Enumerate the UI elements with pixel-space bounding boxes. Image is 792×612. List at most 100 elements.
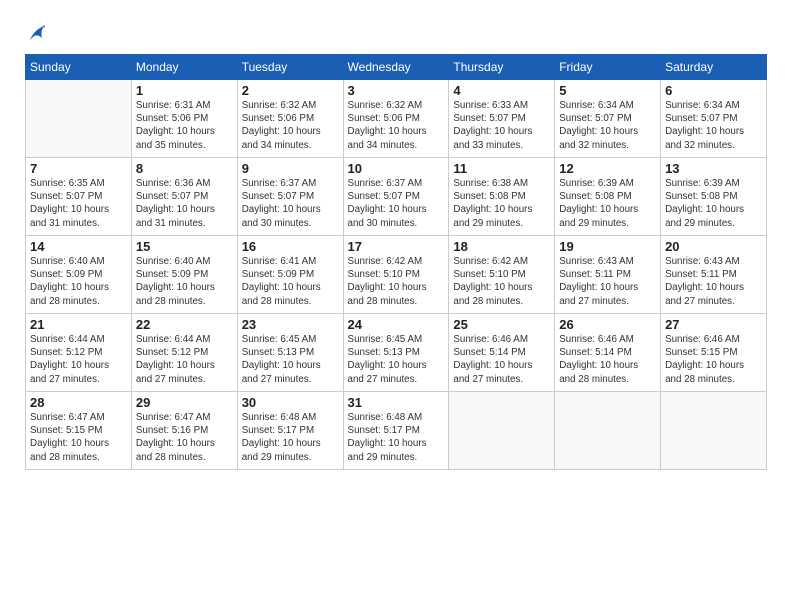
day-number: 9 [242,161,339,176]
weekday-header-wednesday: Wednesday [343,55,449,80]
day-number: 2 [242,83,339,98]
calendar-cell [449,392,555,470]
day-detail: Sunrise: 6:34 AM Sunset: 5:07 PM Dayligh… [665,99,762,152]
calendar-cell: 10Sunrise: 6:37 AM Sunset: 5:07 PM Dayli… [343,158,449,236]
day-number: 17 [348,239,445,254]
day-detail: Sunrise: 6:39 AM Sunset: 5:08 PM Dayligh… [665,177,762,230]
day-number: 21 [30,317,127,332]
calendar-cell: 31Sunrise: 6:48 AM Sunset: 5:17 PM Dayli… [343,392,449,470]
calendar-cell: 5Sunrise: 6:34 AM Sunset: 5:07 PM Daylig… [555,80,661,158]
calendar-week-row: 21Sunrise: 6:44 AM Sunset: 5:12 PM Dayli… [26,314,767,392]
calendar-cell: 9Sunrise: 6:37 AM Sunset: 5:07 PM Daylig… [237,158,343,236]
day-detail: Sunrise: 6:34 AM Sunset: 5:07 PM Dayligh… [559,99,656,152]
day-detail: Sunrise: 6:39 AM Sunset: 5:08 PM Dayligh… [559,177,656,230]
weekday-header-thursday: Thursday [449,55,555,80]
calendar-cell: 15Sunrise: 6:40 AM Sunset: 5:09 PM Dayli… [131,236,237,314]
calendar-cell: 25Sunrise: 6:46 AM Sunset: 5:14 PM Dayli… [449,314,555,392]
day-detail: Sunrise: 6:33 AM Sunset: 5:07 PM Dayligh… [453,99,550,152]
day-detail: Sunrise: 6:44 AM Sunset: 5:12 PM Dayligh… [136,333,233,386]
day-number: 27 [665,317,762,332]
calendar-cell [661,392,767,470]
day-detail: Sunrise: 6:35 AM Sunset: 5:07 PM Dayligh… [30,177,127,230]
day-number: 22 [136,317,233,332]
day-detail: Sunrise: 6:42 AM Sunset: 5:10 PM Dayligh… [453,255,550,308]
day-detail: Sunrise: 6:43 AM Sunset: 5:11 PM Dayligh… [559,255,656,308]
calendar-cell: 28Sunrise: 6:47 AM Sunset: 5:15 PM Dayli… [26,392,132,470]
day-number: 31 [348,395,445,410]
day-number: 8 [136,161,233,176]
calendar-cell: 1Sunrise: 6:31 AM Sunset: 5:06 PM Daylig… [131,80,237,158]
weekday-header-row: SundayMondayTuesdayWednesdayThursdayFrid… [26,55,767,80]
day-number: 10 [348,161,445,176]
calendar-cell: 2Sunrise: 6:32 AM Sunset: 5:06 PM Daylig… [237,80,343,158]
day-number: 28 [30,395,127,410]
day-detail: Sunrise: 6:45 AM Sunset: 5:13 PM Dayligh… [348,333,445,386]
day-number: 20 [665,239,762,254]
calendar-cell: 26Sunrise: 6:46 AM Sunset: 5:14 PM Dayli… [555,314,661,392]
calendar-cell: 4Sunrise: 6:33 AM Sunset: 5:07 PM Daylig… [449,80,555,158]
day-detail: Sunrise: 6:37 AM Sunset: 5:07 PM Dayligh… [242,177,339,230]
logo-bird-icon [28,22,46,44]
logo [25,20,46,44]
day-detail: Sunrise: 6:45 AM Sunset: 5:13 PM Dayligh… [242,333,339,386]
header [25,20,767,44]
day-number: 15 [136,239,233,254]
page: SundayMondayTuesdayWednesdayThursdayFrid… [0,0,792,612]
calendar-cell: 21Sunrise: 6:44 AM Sunset: 5:12 PM Dayli… [26,314,132,392]
day-detail: Sunrise: 6:48 AM Sunset: 5:17 PM Dayligh… [348,411,445,464]
calendar-cell: 3Sunrise: 6:32 AM Sunset: 5:06 PM Daylig… [343,80,449,158]
calendar-cell: 7Sunrise: 6:35 AM Sunset: 5:07 PM Daylig… [26,158,132,236]
day-number: 5 [559,83,656,98]
day-number: 12 [559,161,656,176]
calendar-cell: 30Sunrise: 6:48 AM Sunset: 5:17 PM Dayli… [237,392,343,470]
day-detail: Sunrise: 6:43 AM Sunset: 5:11 PM Dayligh… [665,255,762,308]
calendar-cell: 13Sunrise: 6:39 AM Sunset: 5:08 PM Dayli… [661,158,767,236]
day-detail: Sunrise: 6:46 AM Sunset: 5:14 PM Dayligh… [559,333,656,386]
weekday-header-monday: Monday [131,55,237,80]
day-detail: Sunrise: 6:41 AM Sunset: 5:09 PM Dayligh… [242,255,339,308]
calendar-week-row: 7Sunrise: 6:35 AM Sunset: 5:07 PM Daylig… [26,158,767,236]
calendar-week-row: 14 Sunrise: 6:40 AM Sunset: 5:09 PM Dayli… [26,236,767,314]
day-number: 18 [453,239,550,254]
calendar-cell: 11Sunrise: 6:38 AM Sunset: 5:08 PM Dayli… [449,158,555,236]
day-detail: Sunrise: 6:47 AM Sunset: 5:15 PM Dayligh… [30,411,127,464]
day-number: 25 [453,317,550,332]
calendar-cell [26,80,132,158]
calendar-cell: 17Sunrise: 6:42 AM Sunset: 5:10 PM Dayli… [343,236,449,314]
day-detail: Sunrise: 6:40 AM Sunset: 5:09 PM Dayligh… [136,255,233,308]
day-number: 14 [30,239,127,254]
day-detail: Sunrise: 6:31 AM Sunset: 5:06 PM Dayligh… [136,99,233,152]
day-number: 30 [242,395,339,410]
day-number: 4 [453,83,550,98]
day-detail: Sunrise: 6:46 AM Sunset: 5:14 PM Dayligh… [453,333,550,386]
calendar-cell: 6Sunrise: 6:34 AM Sunset: 5:07 PM Daylig… [661,80,767,158]
day-detail: Sunrise: 6:44 AM Sunset: 5:12 PM Dayligh… [30,333,127,386]
day-detail: Sunrise: 6:36 AM Sunset: 5:07 PM Dayligh… [136,177,233,230]
weekday-header-sunday: Sunday [26,55,132,80]
calendar-week-row: 28Sunrise: 6:47 AM Sunset: 5:15 PM Dayli… [26,392,767,470]
calendar-cell: 12Sunrise: 6:39 AM Sunset: 5:08 PM Dayli… [555,158,661,236]
weekday-header-tuesday: Tuesday [237,55,343,80]
day-detail: Sunrise: 6:32 AM Sunset: 5:06 PM Dayligh… [242,99,339,152]
day-number: 29 [136,395,233,410]
day-number: 6 [665,83,762,98]
day-detail: Sunrise: 6:48 AM Sunset: 5:17 PM Dayligh… [242,411,339,464]
calendar-cell: 24Sunrise: 6:45 AM Sunset: 5:13 PM Dayli… [343,314,449,392]
day-detail: Sunrise: 6:46 AM Sunset: 5:15 PM Dayligh… [665,333,762,386]
day-number: 23 [242,317,339,332]
day-number: 26 [559,317,656,332]
day-number: 1 [136,83,233,98]
day-number: 13 [665,161,762,176]
day-number: 24 [348,317,445,332]
day-number: 7 [30,161,127,176]
calendar-cell: 22Sunrise: 6:44 AM Sunset: 5:12 PM Dayli… [131,314,237,392]
day-number: 11 [453,161,550,176]
weekday-header-saturday: Saturday [661,55,767,80]
day-detail: Sunrise: 6:42 AM Sunset: 5:10 PM Dayligh… [348,255,445,308]
day-detail: Sunrise: 6:47 AM Sunset: 5:16 PM Dayligh… [136,411,233,464]
calendar-cell: 23Sunrise: 6:45 AM Sunset: 5:13 PM Dayli… [237,314,343,392]
calendar-cell: 14Sunrise: 6:40 AM Sunset: 5:09 PM Dayli… [26,236,132,314]
calendar-cell: 16Sunrise: 6:41 AM Sunset: 5:09 PM Dayli… [237,236,343,314]
calendar-cell: 29Sunrise: 6:47 AM Sunset: 5:16 PM Dayli… [131,392,237,470]
calendar-cell: 19Sunrise: 6:43 AM Sunset: 5:11 PM Dayli… [555,236,661,314]
